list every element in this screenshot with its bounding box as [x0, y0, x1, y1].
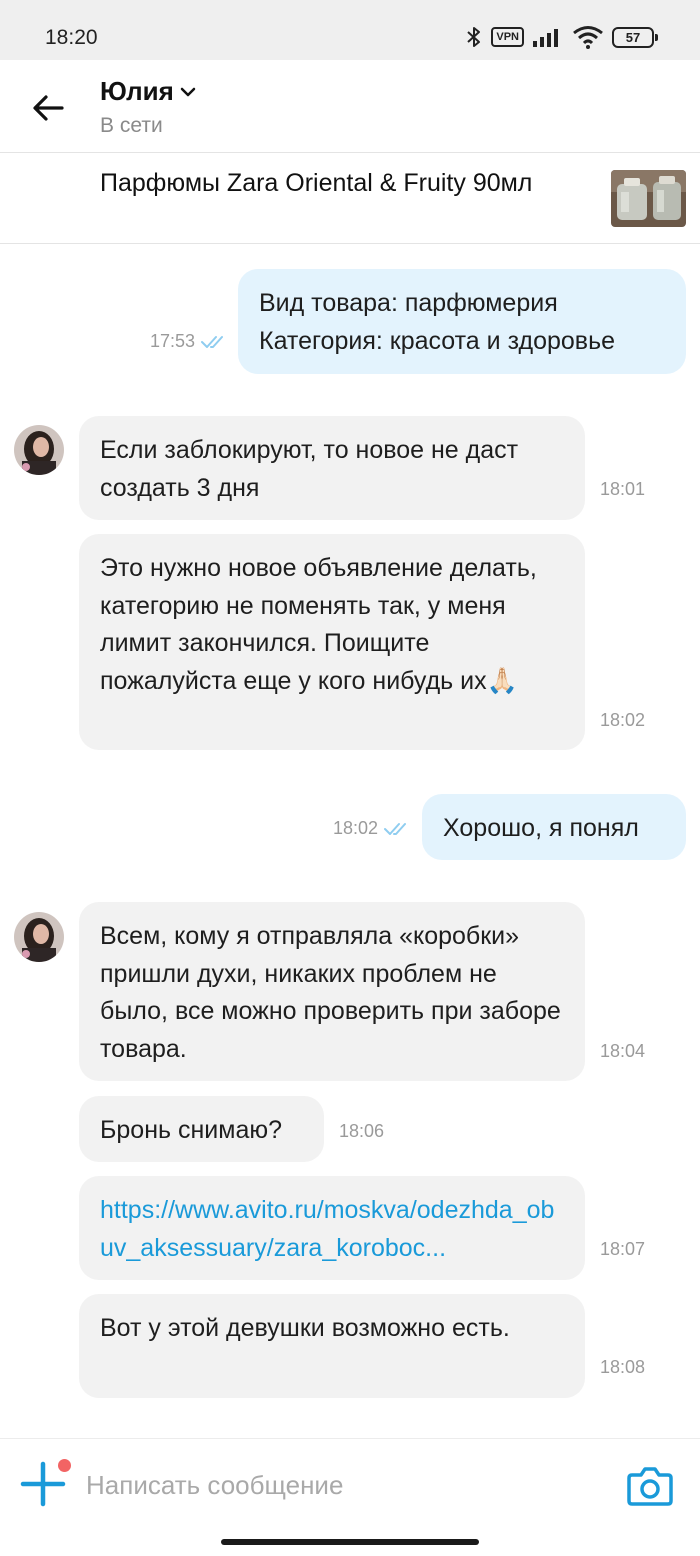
- vpn-icon: VPN: [491, 27, 524, 47]
- praying-hands-emoji: 🙏🏻: [486, 666, 518, 695]
- message-bubble-incoming[interactable]: Всем, кому я отправляла «коробки» пришли…: [79, 902, 585, 1081]
- message-time: 18:02: [600, 710, 646, 730]
- chevron-down-icon: [180, 87, 196, 96]
- message-meta: 18:02: [333, 818, 410, 839]
- battery-icon: 57: [612, 26, 658, 48]
- contact-status: В сети: [100, 114, 163, 137]
- message-bubble-incoming[interactable]: Вот у этой девушки возможно есть.: [79, 1294, 585, 1398]
- listing-thumbnail[interactable]: [611, 170, 686, 227]
- message-time: 18:01: [600, 479, 646, 499]
- message-bubble-incoming[interactable]: Бронь снимаю?: [79, 1096, 324, 1162]
- bluetooth-icon: [467, 27, 481, 47]
- message-time: 18:04: [600, 1041, 646, 1061]
- contact-avatar-photo: [14, 912, 64, 962]
- chat-header: Юлия В сети: [0, 60, 700, 152]
- double-check-icon: [201, 335, 224, 348]
- camera-icon: [627, 1467, 673, 1506]
- status-time: 18:20: [45, 26, 98, 49]
- message-text: Это нужно новое объявление делать, катег…: [100, 554, 537, 695]
- message-time: 18:02: [333, 818, 379, 838]
- message-time: 18:07: [600, 1239, 646, 1259]
- message-meta: 17:53: [150, 331, 227, 352]
- message-text-line: Вид товара: парфюмерия: [259, 289, 558, 317]
- message-text-line: Категория: красота и здоровье: [259, 326, 615, 355]
- listing-title: Парфюмы Zara Oriental & Fruity 90мл: [100, 169, 533, 197]
- camera-button[interactable]: [626, 1465, 674, 1507]
- message-bubble-incoming[interactable]: https://www.avito.ru/moskva/odezhda_obuv…: [79, 1176, 585, 1280]
- message-composer: [0, 1438, 700, 1532]
- wifi-icon: [573, 26, 603, 49]
- message-bubble-outgoing[interactable]: Хорошо, я понял: [422, 794, 686, 860]
- status-icons: VPN 57: [465, 24, 658, 50]
- status-bar: 18:20 VPN 57: [0, 0, 700, 60]
- perfume-bottles-photo: [611, 170, 686, 227]
- message-bubble-incoming[interactable]: Это нужно новое объявление делать, катег…: [79, 534, 585, 750]
- message-time: 18:06: [339, 1121, 385, 1141]
- message-time: 18:08: [600, 1357, 646, 1377]
- signal-icon: [533, 29, 558, 47]
- message-bubble-outgoing[interactable]: Вид товара: парфюмерия Категория: красот…: [238, 269, 686, 374]
- message-text: Если заблокируют, то новое не даст созда…: [100, 436, 519, 502]
- message-text: Хорошо, я понял: [443, 814, 639, 842]
- avatar[interactable]: [14, 912, 64, 962]
- message-bubble-incoming[interactable]: Если заблокируют, то новое не даст созда…: [79, 416, 585, 520]
- message-text: Всем, кому я отправляла «коробки» пришли…: [100, 922, 561, 1063]
- double-check-icon: [384, 822, 407, 835]
- message-text: Бронь снимаю?: [100, 1116, 283, 1144]
- back-arrow-icon: [33, 95, 64, 121]
- message-input[interactable]: [86, 1465, 586, 1505]
- notification-dot: [58, 1459, 71, 1472]
- listing-item-bar[interactable]: Парфюмы Zara Oriental & Fruity 90мл: [0, 152, 700, 244]
- home-indicator[interactable]: [221, 1539, 479, 1545]
- message-text: Вот у этой девушки возможно есть.: [100, 1314, 510, 1342]
- back-button[interactable]: [28, 88, 68, 128]
- listing-link[interactable]: https://www.avito.ru/moskva/odezhda_obuv…: [100, 1196, 554, 1262]
- contact-avatar-photo: [14, 425, 64, 475]
- avatar[interactable]: [14, 425, 64, 475]
- message-time: 17:53: [150, 331, 196, 351]
- contact-name: Юлия: [100, 76, 174, 106]
- contact-name-button[interactable]: Юлия: [100, 76, 196, 107]
